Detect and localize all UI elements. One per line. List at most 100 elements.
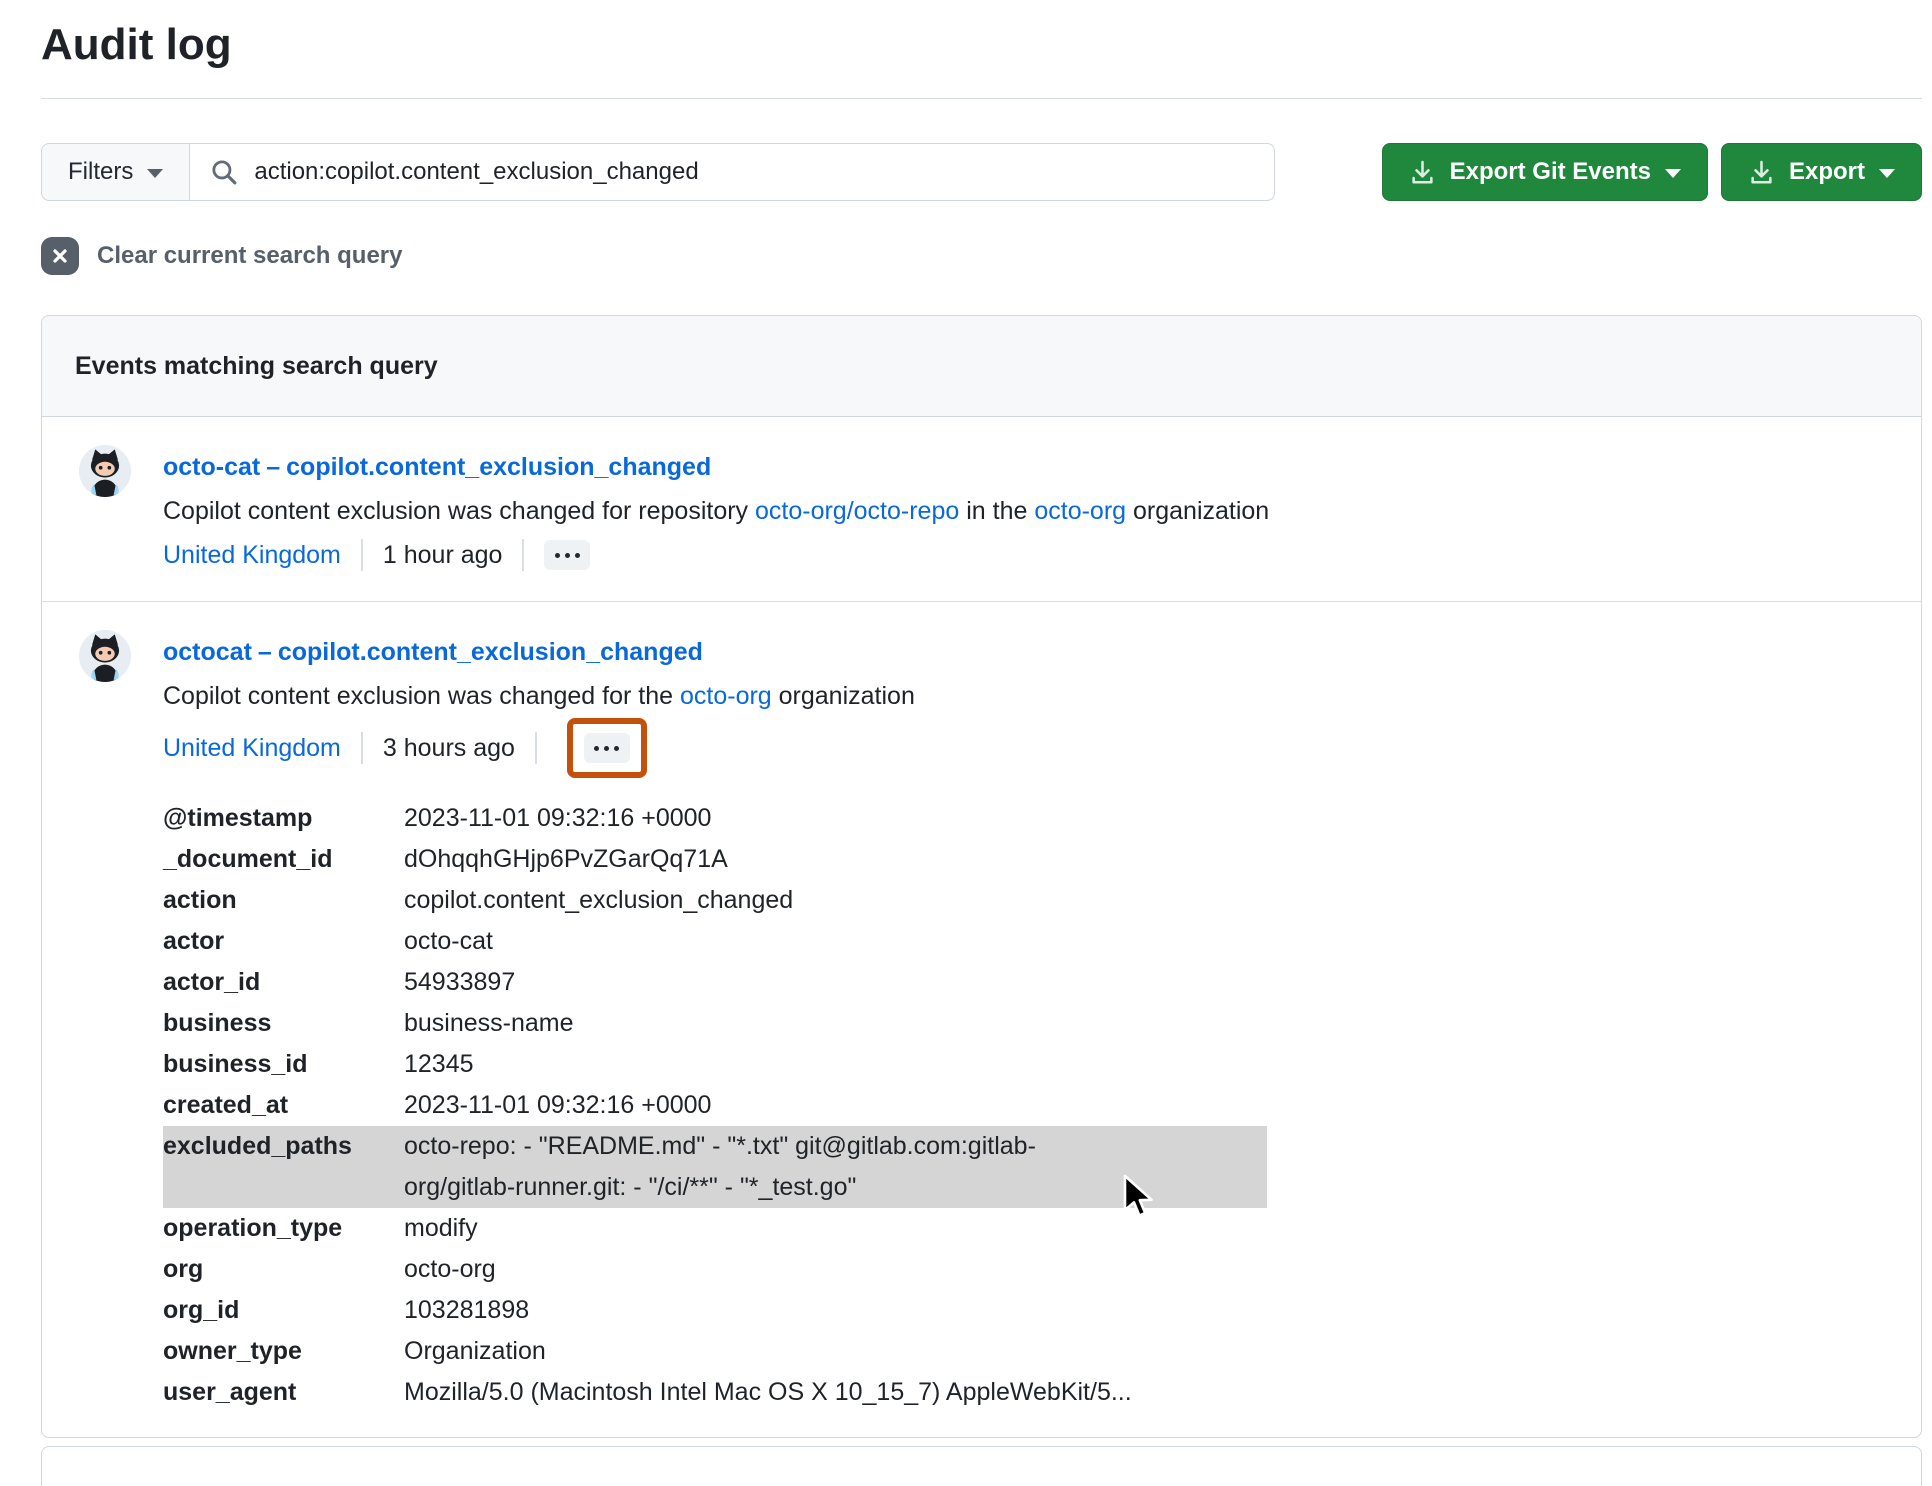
detail-row: org_id 103281898 bbox=[163, 1290, 1267, 1331]
detail-value: 103281898 bbox=[404, 1296, 530, 1324]
search-input[interactable] bbox=[254, 158, 1254, 186]
event-title-separator: – bbox=[266, 453, 281, 481]
detail-key: org_id bbox=[163, 1296, 240, 1324]
title-divider bbox=[41, 98, 1922, 99]
repo-link[interactable]: octo-org/octo-repo bbox=[755, 497, 959, 525]
org-link[interactable]: octo-org bbox=[680, 682, 772, 710]
event-description: Copilot content exclusion was changed fo… bbox=[163, 489, 1888, 533]
detail-key: _document_id bbox=[163, 845, 333, 873]
clear-search-query-label: Clear current search query bbox=[97, 242, 403, 269]
chevron-down-icon bbox=[1664, 169, 1681, 178]
export-git-events-label: Export Git Events bbox=[1449, 158, 1651, 185]
event-actor-link[interactable]: octocat bbox=[163, 638, 252, 666]
detail-value: business-name bbox=[404, 1009, 574, 1037]
event-description: Copilot content exclusion was changed fo… bbox=[163, 674, 1888, 718]
detail-value: Mozilla/5.0 (Macintosh Intel Mac OS X 10… bbox=[404, 1378, 1132, 1406]
detail-key: @timestamp bbox=[163, 804, 313, 832]
detail-value: 2023-11-01 09:32:16 +0000 bbox=[404, 1091, 712, 1119]
event-location-link[interactable]: United Kingdom bbox=[163, 734, 341, 763]
search-group: Filters bbox=[41, 143, 1275, 201]
search-icon bbox=[212, 160, 237, 185]
detail-row: @timestamp 2023-11-01 09:32:16 +0000 bbox=[163, 798, 1267, 839]
event-description-text: organization bbox=[771, 682, 915, 710]
audit-event-row-expanded: octocat – copilot.content_exclusion_change… bbox=[42, 601, 1921, 1437]
event-details: @timestamp 2023-11-01 09:32:16 +0000 _docu… bbox=[163, 798, 1267, 1413]
results-card-title: Events matching search query bbox=[75, 351, 438, 380]
results-card: Events matching search query octo-cat – … bbox=[41, 315, 1922, 1438]
chevron-down-icon bbox=[147, 169, 164, 178]
event-kebab-button[interactable] bbox=[544, 540, 591, 570]
filters-button-label: Filters bbox=[68, 158, 134, 185]
audit-event-row: octo-cat – copilot.content_exclusion_chang… bbox=[42, 417, 1921, 601]
detail-value: octo-repo: - "README.md" - "*.txt" git@g… bbox=[404, 1132, 1036, 1201]
meta-divider bbox=[534, 732, 537, 764]
event-content: octo-cat – copilot.content_exclusion_chang… bbox=[163, 445, 1888, 577]
audit-log-page: Audit log Filters Export Git bbox=[0, 0, 1932, 1486]
kebab-highlight-annotation bbox=[566, 718, 647, 778]
event-timestamp: 3 hours ago bbox=[382, 733, 515, 762]
meta-divider bbox=[360, 732, 363, 764]
export-button[interactable]: Export bbox=[1720, 143, 1922, 201]
filters-button[interactable]: Filters bbox=[41, 143, 191, 201]
export-buttons: Export Git Events Export bbox=[1381, 143, 1922, 201]
detail-key: operation_type bbox=[163, 1214, 343, 1242]
results-card-header: Events matching search query bbox=[42, 316, 1921, 417]
detail-value: Organization bbox=[404, 1337, 546, 1365]
detail-value: modify bbox=[404, 1214, 478, 1242]
detail-key: action bbox=[163, 886, 237, 914]
detail-row: actor octo-cat bbox=[163, 921, 1267, 962]
detail-key: business_id bbox=[163, 1050, 308, 1078]
detail-key: business bbox=[163, 1009, 272, 1037]
octocat-avatar-icon bbox=[79, 445, 131, 497]
toolbar: Filters Export Git Events bbox=[41, 143, 1922, 201]
event-action-link[interactable]: copilot.content_exclusion_changed bbox=[286, 453, 711, 481]
search-box bbox=[190, 143, 1275, 201]
event-description-text: Copilot content exclusion was changed fo… bbox=[163, 497, 755, 525]
detail-row: business_id 12345 bbox=[163, 1044, 1267, 1085]
detail-row: user_agent Mozilla/5.0 (Macintosh Intel M… bbox=[163, 1372, 1267, 1413]
event-title: octo-cat – copilot.content_exclusion_chang… bbox=[163, 445, 1888, 489]
detail-row: created_at 2023-11-01 09:32:16 +0000 bbox=[163, 1085, 1267, 1126]
org-link[interactable]: octo-org bbox=[1034, 497, 1126, 525]
event-meta: United Kingdom 3 hours ago bbox=[163, 718, 1888, 778]
export-git-events-button[interactable]: Export Git Events bbox=[1381, 143, 1708, 201]
event-description-text: in the bbox=[959, 497, 1035, 525]
event-action-link[interactable]: copilot.content_exclusion_changed bbox=[278, 638, 703, 666]
export-label: Export bbox=[1788, 158, 1865, 185]
detail-key: excluded_paths bbox=[163, 1132, 352, 1160]
chevron-down-icon bbox=[1879, 169, 1895, 178]
detail-row: owner_type Organization bbox=[163, 1331, 1267, 1372]
event-location-link[interactable]: United Kingdom bbox=[163, 541, 341, 570]
close-icon bbox=[41, 237, 79, 275]
detail-value: octo-org bbox=[404, 1255, 496, 1283]
detail-key: user_agent bbox=[163, 1378, 297, 1406]
meta-divider bbox=[360, 539, 363, 571]
detail-row: _document_id dOhqqhGHjp6PvZGarQq71A bbox=[163, 839, 1267, 880]
detail-value: copilot.content_exclusion_changed bbox=[404, 886, 794, 914]
detail-value: octo-cat bbox=[404, 927, 493, 955]
event-actor-link[interactable]: octo-cat bbox=[163, 453, 260, 481]
event-title-separator: – bbox=[257, 638, 272, 666]
download-icon bbox=[1751, 160, 1772, 183]
pagination-stub bbox=[41, 1446, 1922, 1486]
octocat-avatar-icon bbox=[79, 630, 131, 682]
detail-row: action copilot.content_exclusion_changed bbox=[163, 880, 1267, 921]
kebab-icon bbox=[554, 552, 560, 558]
detail-key: actor_id bbox=[163, 968, 261, 996]
detail-key: actor bbox=[163, 927, 225, 955]
event-timestamp: 1 hour ago bbox=[382, 540, 503, 569]
clear-search-query-button[interactable]: Clear current search query bbox=[41, 237, 402, 275]
detail-value: 12345 bbox=[404, 1050, 474, 1078]
detail-value: 2023-11-01 09:32:16 +0000 bbox=[404, 804, 712, 832]
event-kebab-button[interactable] bbox=[583, 733, 630, 763]
detail-key: created_at bbox=[163, 1091, 289, 1119]
detail-key: owner_type bbox=[163, 1337, 302, 1365]
event-title: octocat – copilot.content_exclusion_change… bbox=[163, 630, 1888, 674]
event-meta: United Kingdom 1 hour ago bbox=[163, 533, 1888, 577]
detail-row: excluded_paths octo-repo: - "README.md" -… bbox=[163, 1126, 1267, 1208]
detail-value: dOhqqhGHjp6PvZGarQq71A bbox=[404, 845, 728, 873]
detail-row: org octo-org bbox=[163, 1249, 1267, 1290]
detail-row: actor_id 54933897 bbox=[163, 962, 1267, 1003]
event-description-text: organization bbox=[1126, 497, 1270, 525]
download-icon bbox=[1411, 160, 1433, 183]
